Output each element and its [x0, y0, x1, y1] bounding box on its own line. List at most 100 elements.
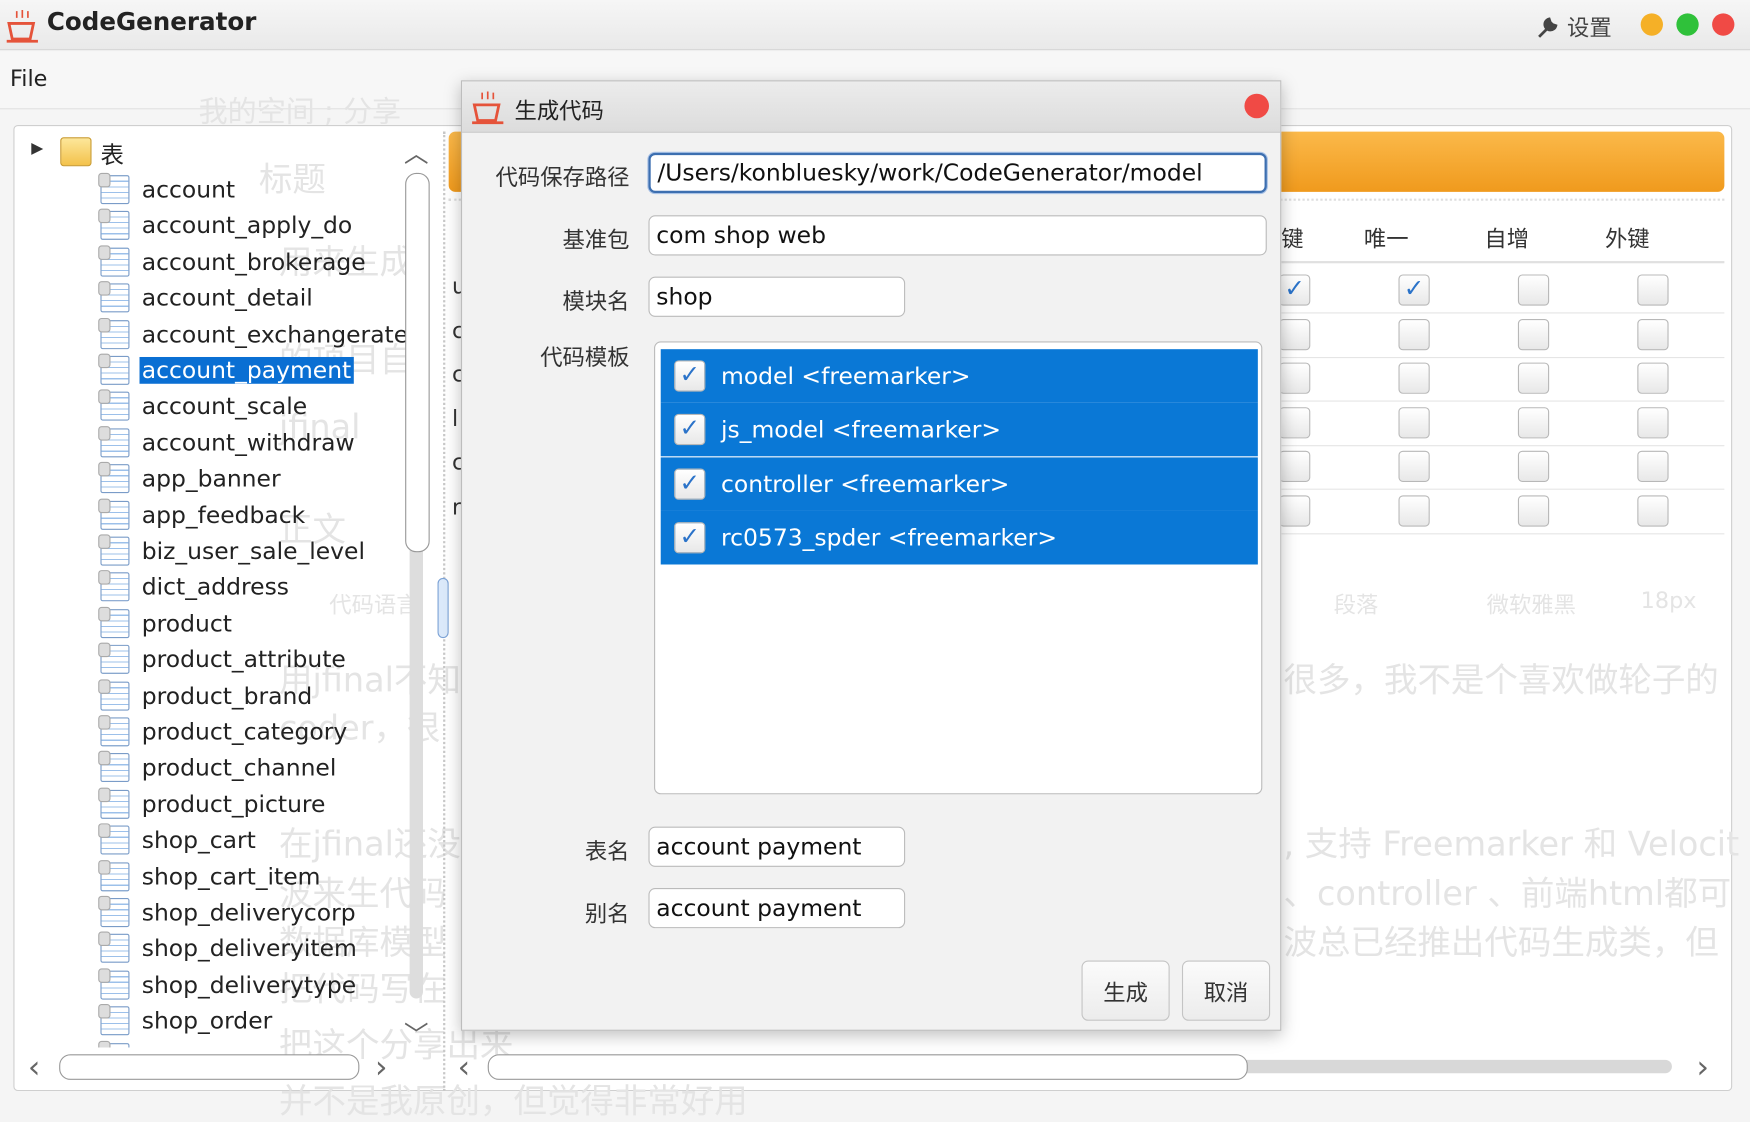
tree-item[interactable]: account_scale [98, 389, 309, 423]
vertical-scrollbar-thumb[interactable] [405, 172, 430, 553]
column-checkbox[interactable] [1637, 318, 1669, 350]
scroll-right-arrow-icon[interactable]: › [1696, 1049, 1709, 1086]
column-checkbox[interactable] [1637, 450, 1669, 482]
dialog-title-bar[interactable]: 生成代码 [462, 81, 1281, 133]
tree-item[interactable]: account_payment [98, 353, 354, 387]
base-package-input[interactable]: com shop web [648, 215, 1267, 256]
cancel-button[interactable]: 取消 [1181, 960, 1271, 1021]
scroll-left-arrow-icon[interactable]: ‹ [28, 1049, 41, 1086]
tree-item[interactable]: shop_cart [98, 823, 258, 857]
scroll-up-arrow-icon[interactable]: ︿ [404, 134, 429, 170]
module-name-input[interactable]: shop [648, 276, 906, 317]
tree-item[interactable]: product_picture [98, 787, 327, 820]
tree-root-label[interactable]: 表 [100, 137, 123, 170]
alias-input[interactable]: account payment [648, 888, 906, 929]
template-list[interactable]: ✓ model <freemarker> ✓ js_model <freemarker… [654, 341, 1263, 795]
column-checkbox[interactable]: ✓ [1398, 274, 1430, 306]
dialog-close-button[interactable] [1244, 93, 1270, 119]
coffee-cup-logo-icon [6, 10, 38, 43]
horizontal-scrollbar-thumb[interactable] [487, 1054, 1248, 1080]
scroll-left-arrow-icon[interactable]: ‹ [458, 1049, 471, 1086]
template-checkbox[interactable]: ✓ [674, 468, 706, 500]
column-checkbox[interactable] [1398, 494, 1430, 527]
table-name-input[interactable]: account payment [648, 826, 906, 867]
tree-item[interactable]: shop_deliveryitem [98, 931, 359, 965]
minimize-button[interactable] [1640, 13, 1663, 36]
column-header-unique[interactable]: 唯一 [1364, 214, 1409, 259]
column-checkbox[interactable] [1637, 362, 1669, 394]
tree-item[interactable]: product_brand [98, 678, 314, 712]
column-checkbox[interactable] [1517, 362, 1550, 394]
template-checkbox[interactable]: ✓ [674, 414, 706, 446]
tree-item-label: shop_cart [141, 826, 256, 854]
tree-item[interactable]: shop_order [98, 1004, 274, 1037]
table-icon [98, 462, 130, 494]
base-package-label: 基准包 [562, 226, 630, 254]
tree-item[interactable]: product_category [98, 715, 349, 748]
tree-item[interactable]: shop_cart_item [98, 859, 322, 893]
table-icon [98, 642, 130, 675]
tree-item[interactable]: account_brokerage [98, 245, 367, 278]
menu-file[interactable]: File [10, 65, 47, 92]
close-button[interactable] [1712, 13, 1735, 36]
template-item[interactable]: ✓ controller <freemarker> [660, 456, 1258, 511]
scroll-down-arrow-icon[interactable]: ﹀ [404, 1015, 429, 1051]
column-checkbox[interactable] [1398, 406, 1430, 438]
column-checkbox[interactable] [1398, 362, 1430, 394]
tree-item[interactable]: biz_user_sale_level [98, 534, 367, 567]
app-title: CodeGenerator [46, 8, 257, 37]
coffee-cup-icon [472, 91, 504, 125]
column-checkbox[interactable] [1279, 450, 1311, 482]
column-checkbox[interactable] [1517, 450, 1550, 482]
column-header-key[interactable]: 键 [1281, 214, 1303, 259]
tree-item[interactable]: shop_deliverycorp [98, 895, 357, 929]
divider-handle[interactable] [437, 577, 449, 639]
column-checkbox[interactable] [1517, 274, 1550, 306]
column-checkbox[interactable] [1517, 494, 1550, 527]
column-checkbox[interactable] [1398, 318, 1430, 350]
template-checkbox[interactable]: ✓ [674, 521, 706, 554]
column-checkbox[interactable] [1517, 318, 1550, 350]
tree-item[interactable]: account_detail [98, 281, 315, 314]
tree-item[interactable]: product [98, 606, 234, 640]
tree-item-label: product_category [141, 718, 348, 746]
tree-item[interactable]: dict_address [98, 570, 291, 604]
column-checkbox[interactable] [1637, 406, 1669, 438]
maximize-button[interactable] [1676, 13, 1699, 36]
column-checkbox[interactable] [1279, 318, 1311, 350]
tree-item[interactable]: shop_order_item [98, 1040, 339, 1048]
title-bar: CodeGenerator 设置 [0, 0, 1750, 51]
column-header-foreign-key[interactable]: 外键 [1605, 214, 1650, 259]
generate-button[interactable]: 生成 [1081, 960, 1170, 1021]
table-icon [98, 389, 130, 422]
column-checkbox[interactable] [1279, 406, 1311, 438]
template-item[interactable]: ✓ rc0573_spder <freemarker> [660, 510, 1258, 565]
column-checkbox[interactable] [1279, 494, 1311, 527]
settings-button[interactable]: 设置 [1536, 10, 1612, 42]
column-checkbox[interactable] [1279, 362, 1311, 394]
template-checkbox[interactable]: ✓ [674, 360, 706, 392]
tree-item[interactable]: account_withdraw [98, 425, 356, 459]
row-divider [1281, 488, 1725, 490]
column-checkbox[interactable]: ✓ [1279, 274, 1311, 306]
tree-item[interactable]: app_feedback [98, 498, 307, 531]
tree-item[interactable]: app_banner [98, 462, 282, 495]
column-checkbox[interactable] [1517, 406, 1550, 438]
scroll-right-arrow-icon[interactable]: › [375, 1049, 388, 1086]
save-path-input[interactable]: /Users/konbluesky/work/CodeGenerator/mod… [648, 152, 1267, 193]
column-checkbox[interactable] [1637, 274, 1669, 306]
expand-triangle-icon[interactable]: ▶ [31, 139, 43, 157]
horizontal-scrollbar-thumb[interactable] [59, 1054, 360, 1080]
template-item[interactable]: ✓ model <freemarker> [660, 349, 1258, 403]
tree-item[interactable]: product_attribute [98, 642, 348, 676]
tree-item[interactable]: product_channel [98, 751, 338, 784]
column-header-autoincrement[interactable]: 自增 [1484, 214, 1529, 259]
table-icon [98, 823, 130, 855]
tree-item[interactable]: account_apply_do [98, 209, 354, 242]
template-item[interactable]: ✓ js_model <freemarker> [660, 403, 1258, 457]
column-checkbox[interactable] [1637, 494, 1669, 527]
tree-item[interactable]: shop_deliverytype [98, 968, 358, 1001]
tree-item[interactable]: account [98, 172, 237, 206]
column-checkbox[interactable] [1398, 450, 1430, 482]
tree-item[interactable]: account_exchangerate [98, 317, 406, 350]
